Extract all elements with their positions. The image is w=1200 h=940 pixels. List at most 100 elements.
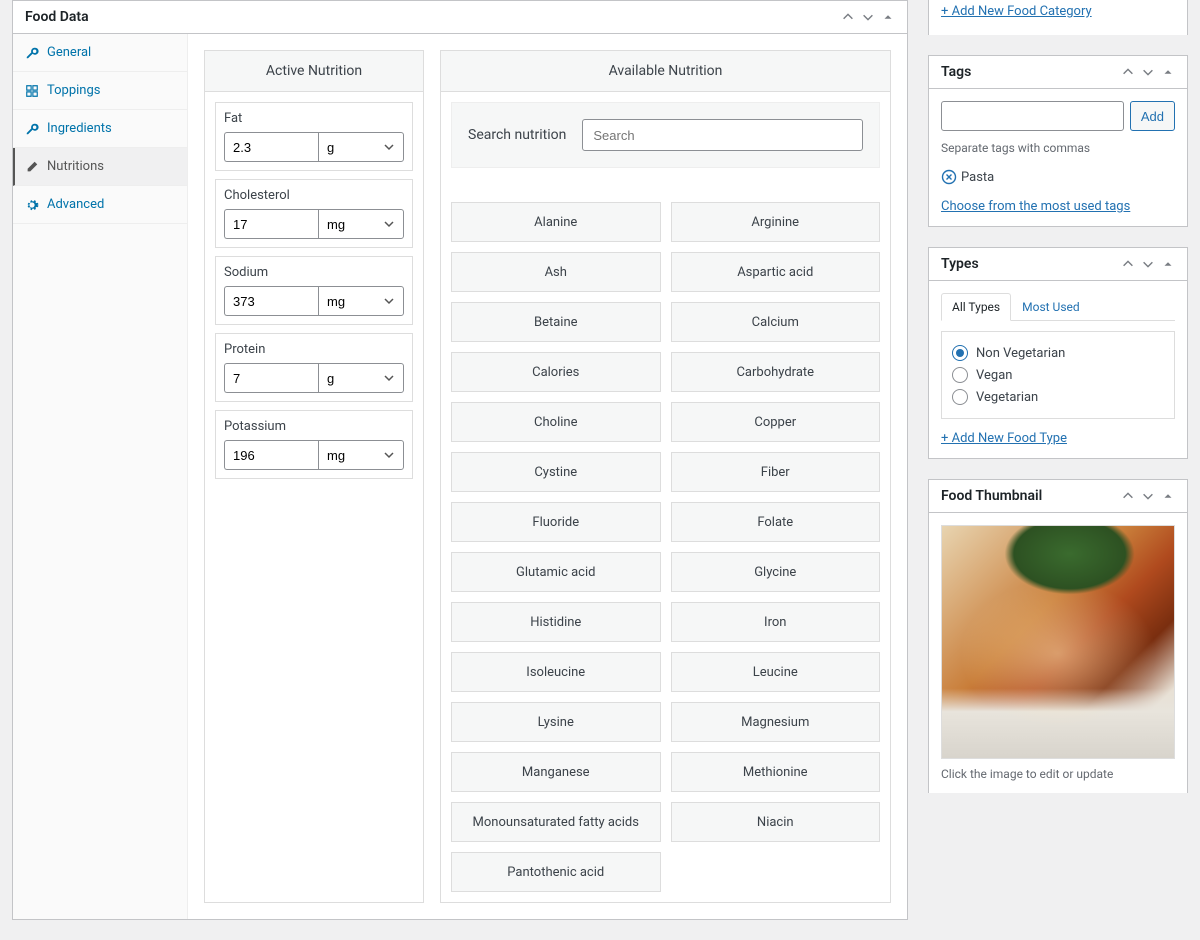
caret-up-icon[interactable] xyxy=(1161,489,1175,503)
sidebar-item-label: Toppings xyxy=(47,83,101,98)
tags-add-button[interactable]: Add xyxy=(1130,101,1175,131)
type-option[interactable]: Vegetarian xyxy=(952,386,1164,408)
tags-input[interactable] xyxy=(941,101,1124,131)
nutrition-chip[interactable]: Arginine xyxy=(671,202,881,242)
nutrition-value-input[interactable] xyxy=(224,209,318,239)
caret-up-icon[interactable] xyxy=(1161,65,1175,79)
nutrition-label: Cholesterol xyxy=(224,188,404,203)
add-food-type-link[interactable]: + Add New Food Type xyxy=(941,431,1067,446)
type-option-label: Non Vegetarian xyxy=(976,346,1065,361)
nutrition-chip[interactable]: Lysine xyxy=(451,702,661,742)
tag-list: Pasta xyxy=(941,169,1175,199)
categories-panel-partial: + Add New Food Category xyxy=(928,0,1188,35)
nutrition-search-input[interactable] xyxy=(582,119,863,151)
chevron-up-icon[interactable] xyxy=(841,10,855,24)
chevron-up-icon[interactable] xyxy=(1121,489,1135,503)
nutrition-chip[interactable]: Carbohydrate xyxy=(671,352,881,392)
nutrition-chip[interactable]: Glutamic acid xyxy=(451,552,661,592)
sidebar-item-nutritions[interactable]: Nutritions xyxy=(13,148,187,186)
nutrition-chip[interactable]: Betaine xyxy=(451,302,661,342)
active-nutrition-item: Fat g xyxy=(215,102,413,171)
sidebar-item-label: Ingredients xyxy=(47,121,112,136)
tags-hint: Separate tags with commas xyxy=(941,141,1175,155)
nutrition-label: Fat xyxy=(224,111,404,126)
sidebar-item-ingredients[interactable]: Ingredients xyxy=(13,110,187,148)
food-data-header: Food Data xyxy=(13,1,907,34)
nutrition-value-input[interactable] xyxy=(224,286,318,316)
active-nutrition-list: FatgCholesterolmgSodiummgProteingPotassi… xyxy=(205,92,423,497)
nutrition-chip[interactable]: Ash xyxy=(451,252,661,292)
nutrition-search-row: Search nutrition xyxy=(451,102,880,168)
nutrition-chip[interactable]: Choline xyxy=(451,402,661,442)
sidebar-item-toppings[interactable]: Toppings xyxy=(13,72,187,110)
tag-chip: Pasta xyxy=(941,169,994,185)
nutrition-chip[interactable]: Isoleucine xyxy=(451,652,661,692)
chevron-up-icon[interactable] xyxy=(1121,65,1135,79)
nutrition-chip[interactable]: Alanine xyxy=(451,202,661,242)
food-thumbnail-image[interactable] xyxy=(941,525,1175,759)
radio-icon xyxy=(952,367,968,383)
pencil-icon xyxy=(25,160,39,174)
nutrition-chip[interactable]: Iron xyxy=(671,602,881,642)
nutrition-unit-select[interactable]: g xyxy=(318,132,404,162)
nutrition-chip[interactable]: Niacin xyxy=(671,802,881,842)
caret-up-icon[interactable] xyxy=(1161,257,1175,271)
choose-tags-link[interactable]: Choose from the most used tags xyxy=(941,199,1130,214)
chevron-down-icon[interactable] xyxy=(1141,65,1155,79)
radio-icon xyxy=(952,389,968,405)
nutrition-chip[interactable]: Monounsaturated fatty acids xyxy=(451,802,661,842)
types-list: Non Vegetarian Vegan Vegetarian xyxy=(941,331,1175,419)
nutrition-chip[interactable]: Folate xyxy=(671,502,881,542)
nutrition-unit-select[interactable]: mg xyxy=(318,209,404,239)
nutrition-value-input[interactable] xyxy=(224,363,318,393)
sidebar-item-label: General xyxy=(47,45,91,60)
available-nutrition-header: Available Nutrition xyxy=(441,51,890,92)
chevron-down-icon[interactable] xyxy=(1141,257,1155,271)
types-tab-all[interactable]: All Types xyxy=(941,293,1011,321)
nutrition-label: Protein xyxy=(224,342,404,357)
nutrition-chip[interactable]: Copper xyxy=(671,402,881,442)
sidebar-item-label: Advanced xyxy=(47,197,104,212)
remove-tag-icon[interactable] xyxy=(941,169,957,185)
nutrition-unit-select[interactable]: mg xyxy=(318,440,404,470)
nutrition-chip[interactable]: Glycine xyxy=(671,552,881,592)
gear-icon xyxy=(25,198,39,212)
chevron-down-icon[interactable] xyxy=(861,10,875,24)
nutrition-unit-select[interactable]: mg xyxy=(318,286,404,316)
sidebar-item-advanced[interactable]: Advanced xyxy=(13,186,187,224)
nutrition-value-input[interactable] xyxy=(224,132,318,162)
add-food-category-link[interactable]: + Add New Food Category xyxy=(941,4,1092,19)
sidebar-item-general[interactable]: General xyxy=(13,34,187,72)
caret-up-icon[interactable] xyxy=(881,10,895,24)
nutrition-chip[interactable]: Aspartic acid xyxy=(671,252,881,292)
nutrition-chip[interactable]: Calcium xyxy=(671,302,881,342)
nutrition-chip[interactable]: Cystine xyxy=(451,452,661,492)
type-option[interactable]: Vegan xyxy=(952,364,1164,386)
nutrition-chip[interactable]: Fiber xyxy=(671,452,881,492)
chevron-up-icon[interactable] xyxy=(1121,257,1135,271)
sidebar-item-label: Nutritions xyxy=(47,159,104,174)
nutrition-chip[interactable]: Histidine xyxy=(451,602,661,642)
nutrition-value-input[interactable] xyxy=(224,440,318,470)
nutrition-chip[interactable]: Manganese xyxy=(451,752,661,792)
thumbnail-panel: Food Thumbnail Click the image to edit o… xyxy=(928,479,1188,793)
nutrition-chip[interactable]: Calories xyxy=(451,352,661,392)
food-data-title: Food Data xyxy=(25,9,89,25)
nutrition-chip[interactable]: Fluoride xyxy=(451,502,661,542)
tags-title: Tags xyxy=(941,64,971,80)
type-option-label: Vegetarian xyxy=(976,390,1038,405)
radio-icon xyxy=(952,345,968,361)
nutrition-chip[interactable]: Pantothenic acid xyxy=(451,852,661,892)
wrench-icon xyxy=(25,46,39,60)
types-tab-most-used[interactable]: Most Used xyxy=(1011,293,1091,321)
nutrition-chip[interactable]: Methionine xyxy=(671,752,881,792)
type-option[interactable]: Non Vegetarian xyxy=(952,342,1164,364)
nutrition-chip[interactable]: Leucine xyxy=(671,652,881,692)
nutritions-tab-content: Active Nutrition FatgCholesterolmgSodium… xyxy=(188,34,907,919)
chevron-down-icon[interactable] xyxy=(1141,489,1155,503)
nutrition-chip[interactable]: Magnesium xyxy=(671,702,881,742)
nutrition-search-label: Search nutrition xyxy=(468,127,566,143)
thumbnail-title: Food Thumbnail xyxy=(941,488,1042,504)
nutrition-unit-select[interactable]: g xyxy=(318,363,404,393)
nutrition-label: Potassium xyxy=(224,419,404,434)
